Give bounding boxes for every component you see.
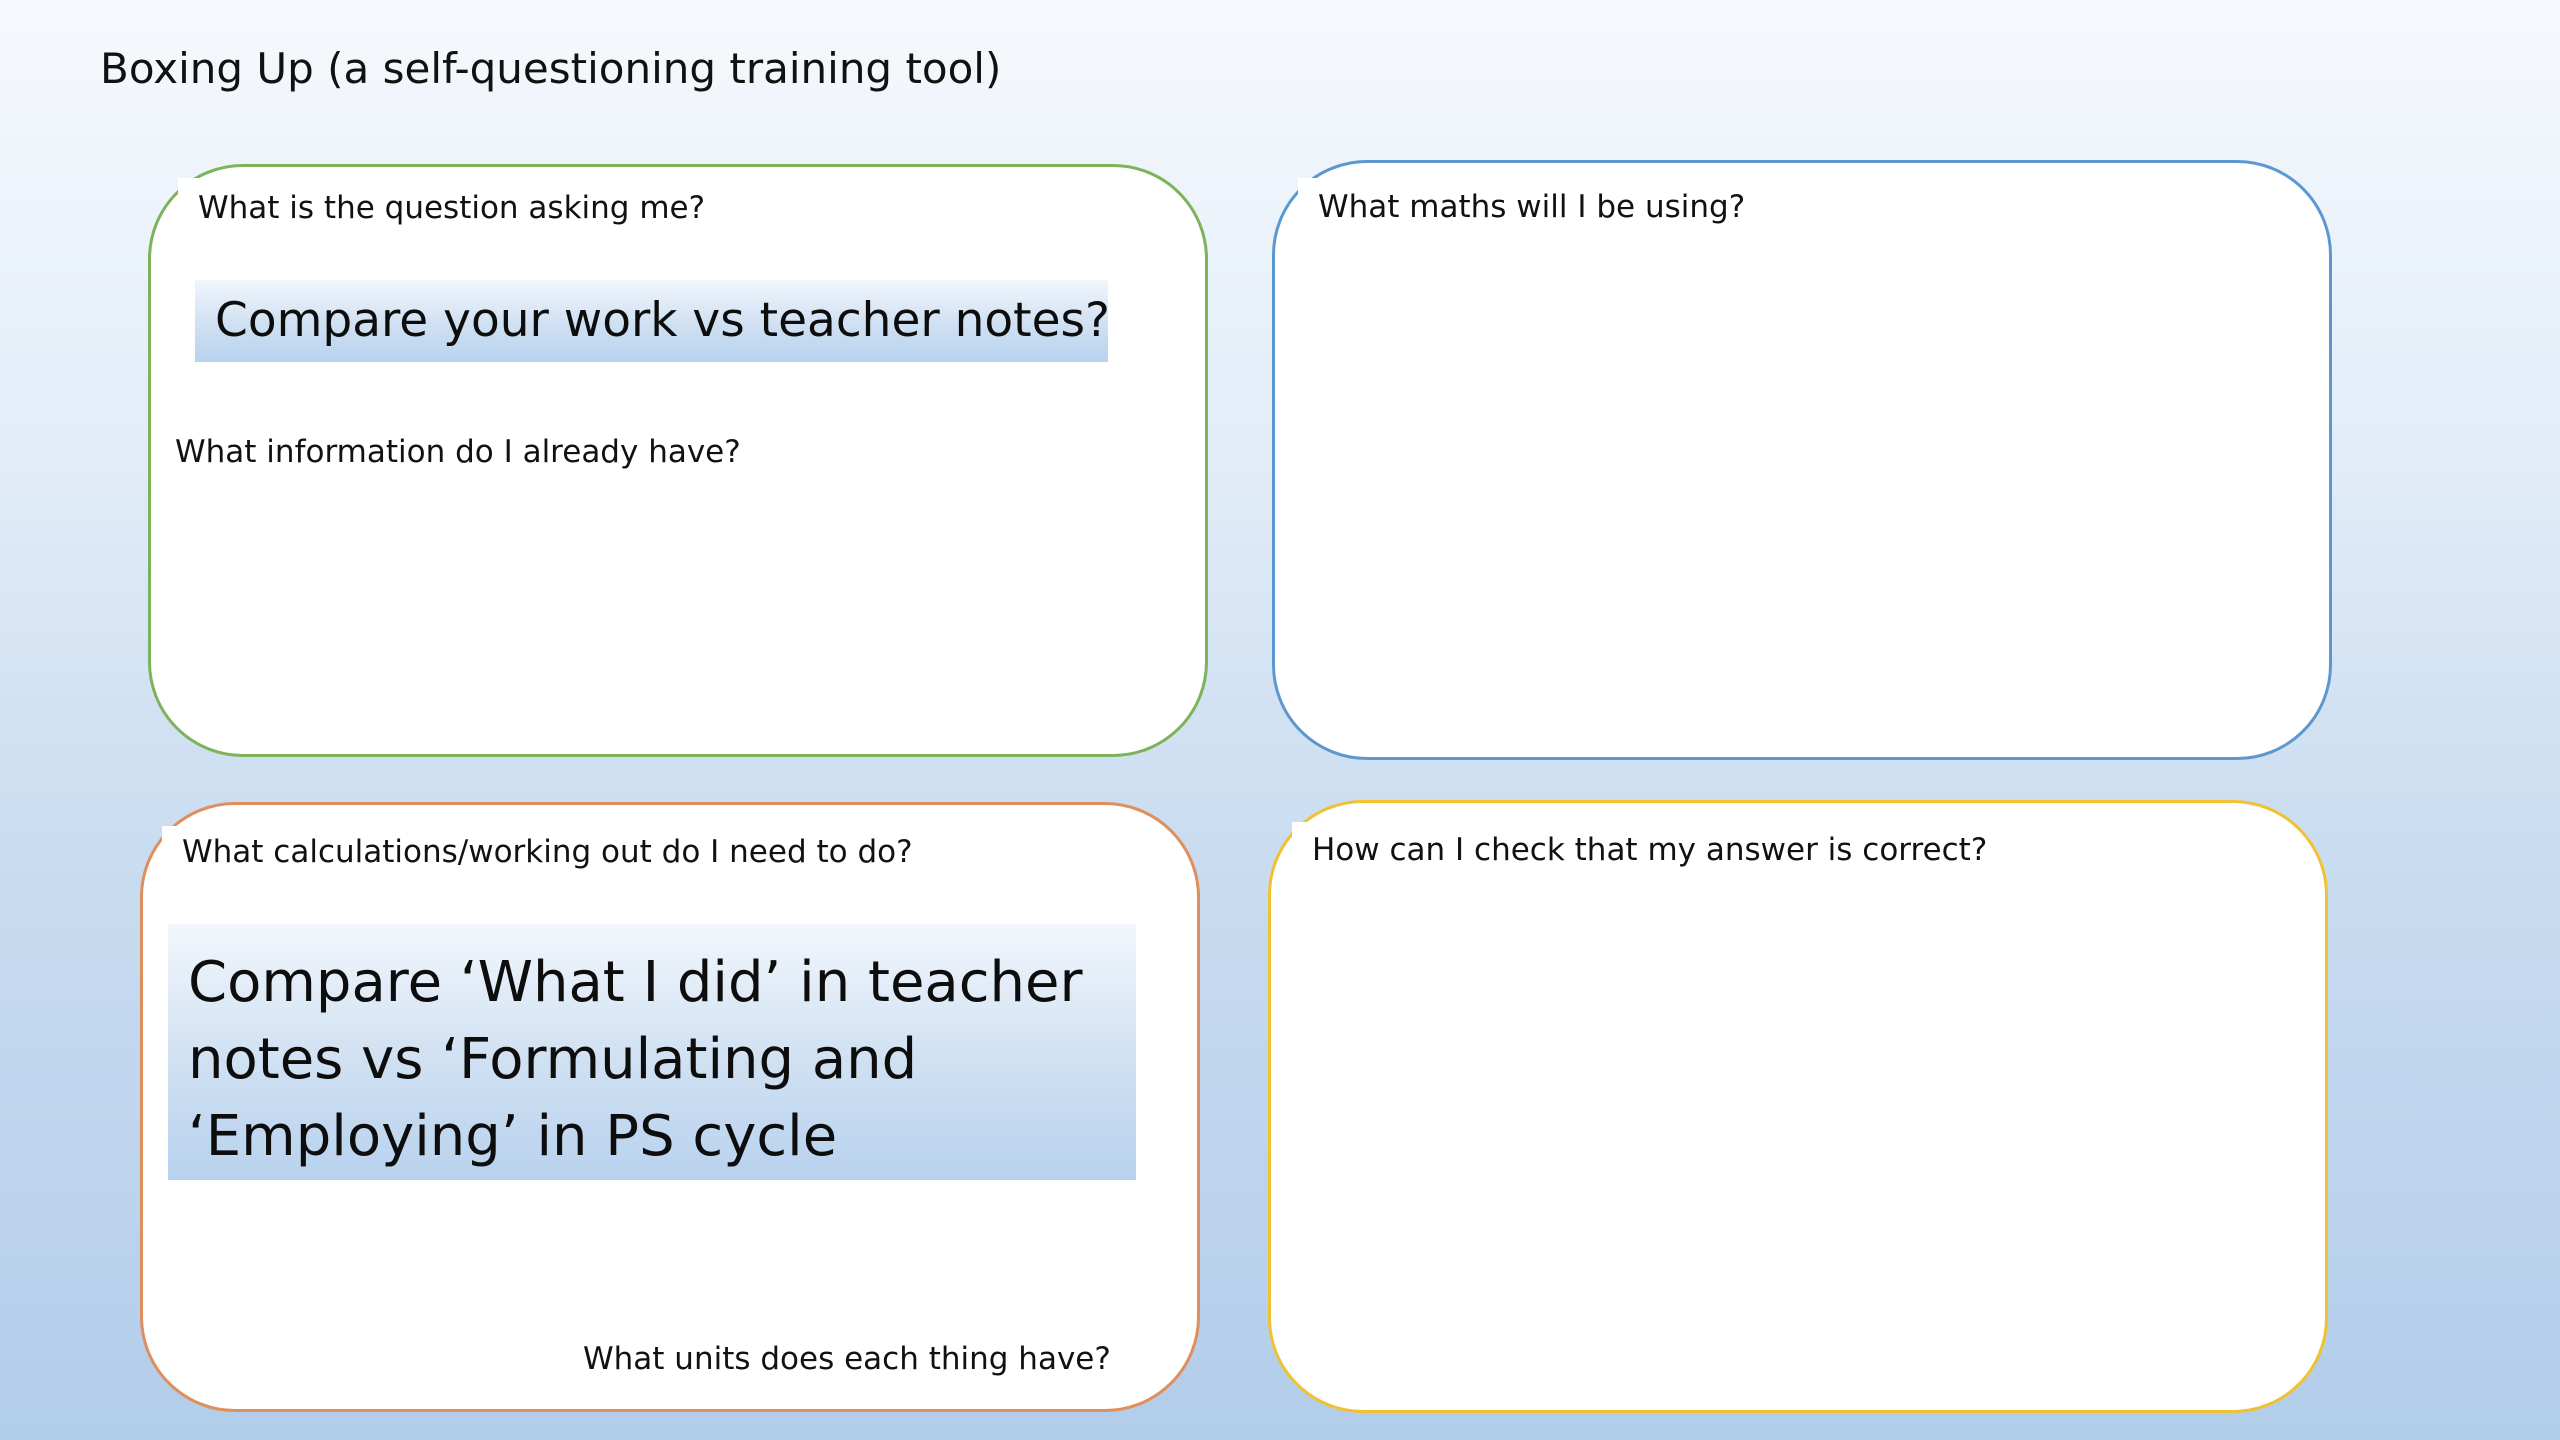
calculations-label: What calculations/working out do I need …: [182, 834, 913, 870]
slide-title: Boxing Up (a self-questioning training t…: [100, 44, 1002, 93]
check-answer-box: [1268, 800, 2328, 1413]
information-label: What information do I already have?: [175, 434, 741, 470]
maths-label: What maths will I be using?: [1318, 189, 1746, 225]
calculations-callout: Compare ‘What I did’ in teacher notes vs…: [168, 924, 1136, 1180]
question-callout: Compare your work vs teacher notes?: [195, 280, 1110, 362]
units-label: What units does each thing have?: [583, 1341, 1111, 1377]
slide: { "slide": { "title": "Boxing Up (a self…: [0, 0, 2560, 1440]
check-answer-label: How can I check that my answer is correc…: [1312, 832, 1988, 868]
question-label: What is the question asking me?: [198, 190, 706, 226]
maths-box: [1272, 160, 2332, 760]
